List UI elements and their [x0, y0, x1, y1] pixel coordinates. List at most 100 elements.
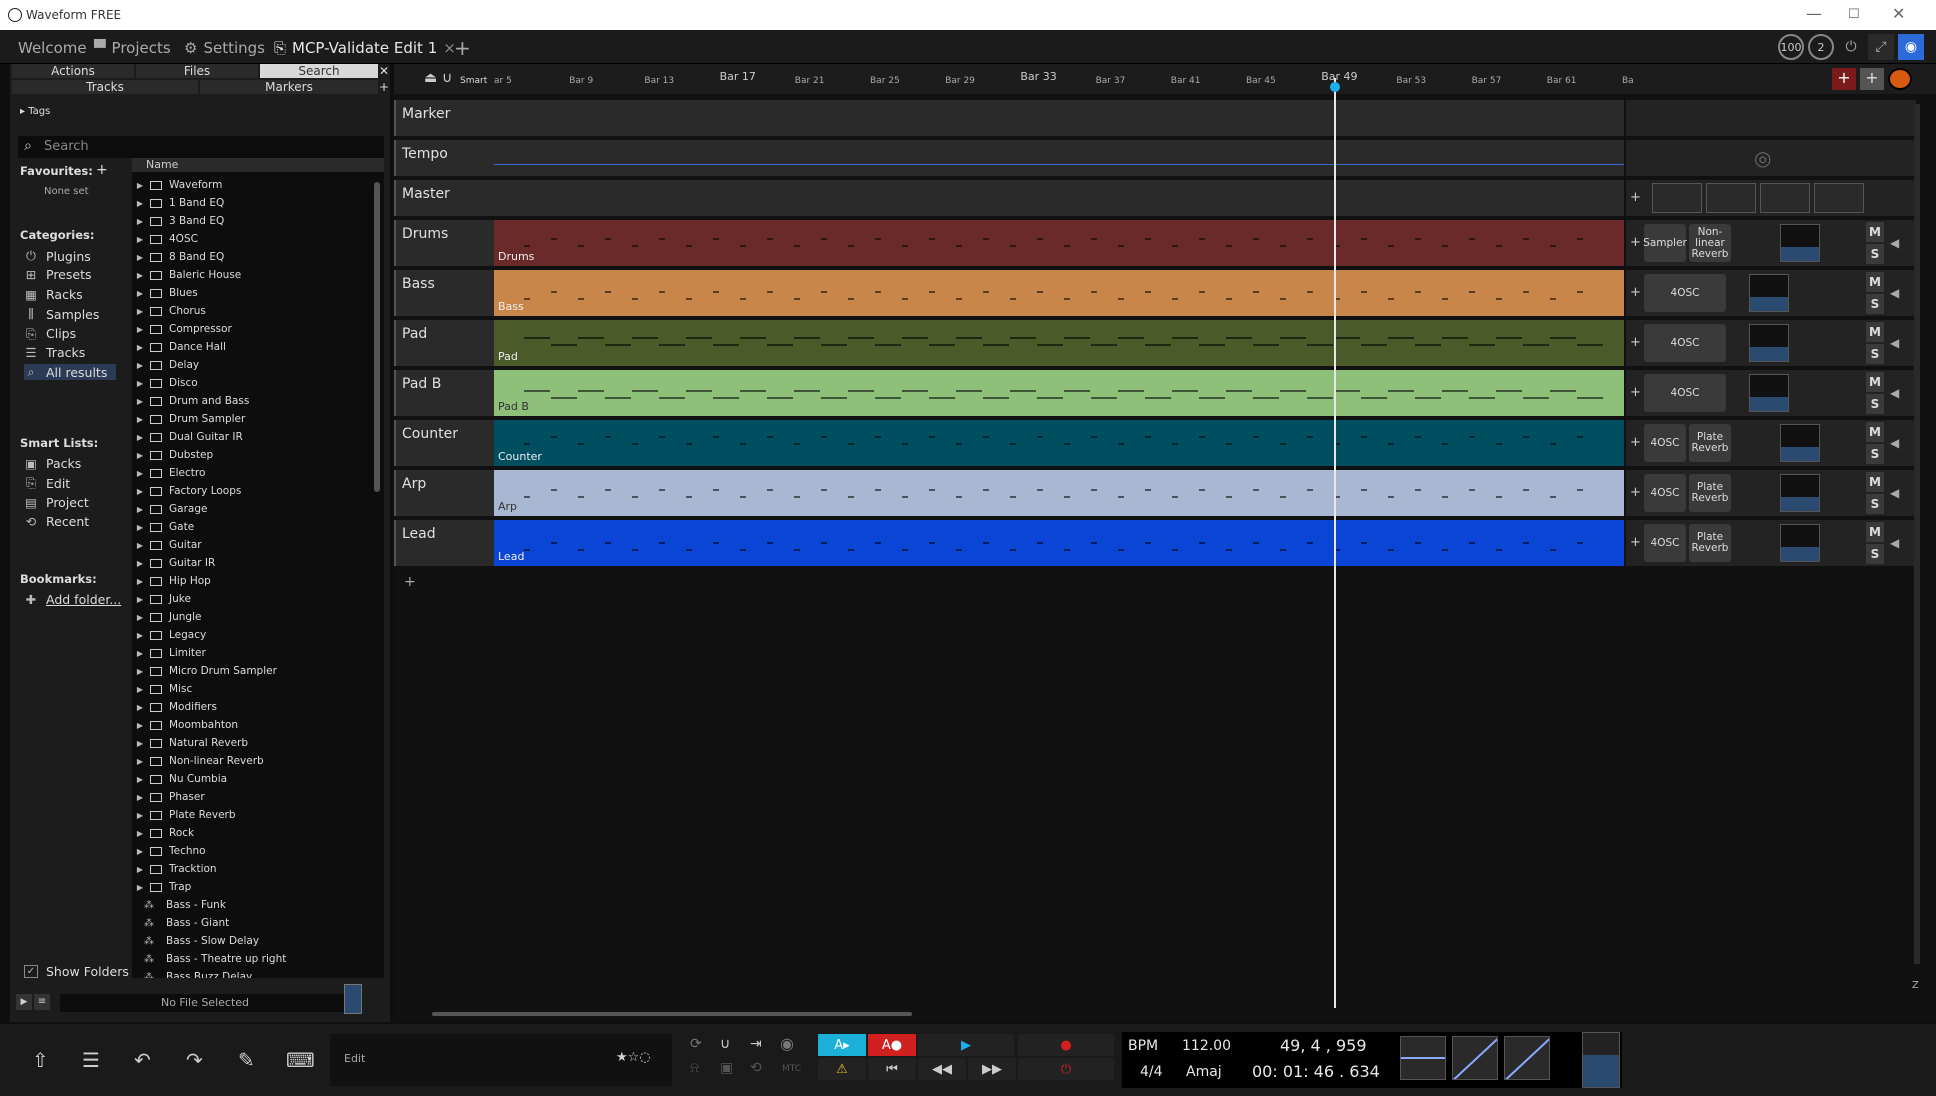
- folder-item[interactable]: ▶ Drum Sampler: [132, 410, 372, 428]
- tab-welcome[interactable]: Welcome: [18, 37, 87, 59]
- add-plugin-icon[interactable]: +: [1630, 435, 1641, 450]
- plugin-4osc[interactable]: 4OSC: [1644, 474, 1686, 512]
- folder-item[interactable]: ▶ Gate: [132, 518, 372, 536]
- track-clip[interactable]: Drums: [494, 220, 1624, 266]
- track-header[interactable]: Master: [394, 180, 494, 216]
- eye-icon[interactable]: ◉: [1898, 34, 1924, 60]
- track-header[interactable]: Pad: [394, 320, 494, 366]
- file-list[interactable]: ▶ Waveform ▶ 1 Band EQ ▶ 3 Band EQ ▶ 4OSC ▶ 8 Ban…: [132, 172, 384, 978]
- track-lead[interactable]: Lead Lead +4OSC Plate Reverb M S ◀: [394, 520, 1916, 566]
- track-header[interactable]: Bass: [394, 270, 494, 316]
- plugin-4osc[interactable]: 4OSC: [1644, 524, 1686, 562]
- add-plugin-icon[interactable]: +: [1630, 235, 1641, 250]
- fast-forward-button[interactable]: ▶▶: [968, 1058, 1016, 1080]
- auto-record-button[interactable]: A●: [868, 1034, 916, 1056]
- horizontal-scrollbar[interactable]: [432, 1012, 912, 1016]
- meter-ramp-icon[interactable]: [1452, 1036, 1498, 1080]
- redo-icon[interactable]: ↷: [186, 1048, 203, 1072]
- plugin-plate-reverb[interactable]: Plate Reverb: [1689, 424, 1731, 462]
- expand-arrow-icon[interactable]: ▶: [132, 271, 148, 280]
- maximize-button[interactable]: ☐: [1848, 7, 1860, 22]
- category-presets[interactable]: ⊞ Presets: [24, 267, 92, 282]
- meter-ramp2-icon[interactable]: [1504, 1036, 1550, 1080]
- track-counter[interactable]: Counter Counter +4OSC Plate Reverb M S ◀: [394, 420, 1916, 466]
- add-plugin-icon[interactable]: +: [1630, 535, 1641, 550]
- track-pad-b[interactable]: Pad B Pad B +4OSC M S ◀: [394, 370, 1916, 416]
- solo-button[interactable]: S: [1866, 494, 1884, 514]
- master-volume-slider[interactable]: [1582, 1032, 1620, 1088]
- add-plugin-icon[interactable]: +: [1630, 190, 1641, 205]
- file-list-scrollbar[interactable]: [374, 182, 380, 492]
- expand-arrow-icon[interactable]: ▶: [132, 757, 148, 766]
- expand-arrow-icon[interactable]: ▶: [132, 361, 148, 370]
- category-tracks[interactable]: ☰ Tracks: [24, 345, 85, 360]
- solo-button[interactable]: S: [1866, 444, 1884, 464]
- loop-icon[interactable]: ⟳: [690, 1036, 702, 1052]
- folder-item[interactable]: ▶ Tracktion: [132, 860, 372, 878]
- expand-arrow-icon[interactable]: ▶: [132, 505, 148, 514]
- rewind-button[interactable]: ◀◀: [918, 1058, 966, 1080]
- expand-arrow-icon[interactable]: ▶: [132, 415, 148, 424]
- master-plugin-slot[interactable]: [1760, 183, 1810, 213]
- speaker-icon[interactable]: ◀: [1890, 386, 1899, 400]
- mute-button[interactable]: M: [1866, 422, 1884, 442]
- file-item[interactable]: ⁂ Bass - Giant: [132, 914, 372, 932]
- tracks-tab[interactable]: Tracks: [12, 80, 198, 94]
- undo-icon[interactable]: ↶: [134, 1048, 151, 1072]
- plugin-scope[interactable]: [1780, 474, 1820, 512]
- expand-arrow-icon[interactable]: ▶: [132, 721, 148, 730]
- mute-button[interactable]: M: [1866, 322, 1884, 342]
- track-clip[interactable]: Lead: [494, 520, 1624, 566]
- folder-item[interactable]: ▶ Dubstep: [132, 446, 372, 464]
- expand-arrow-icon[interactable]: ▶: [132, 253, 148, 262]
- folder-item[interactable]: ▶ Guitar: [132, 536, 372, 554]
- track-header[interactable]: Arp: [394, 470, 494, 516]
- track-clip[interactable]: Counter: [494, 420, 1624, 466]
- menu-icon[interactable]: ☰: [82, 1048, 100, 1072]
- vertical-scrollbar[interactable]: [1914, 104, 1920, 964]
- track-clip[interactable]: Pad: [494, 320, 1624, 366]
- mute-button[interactable]: M: [1866, 222, 1884, 242]
- expand-arrow-icon[interactable]: ▶: [132, 829, 148, 838]
- record-arm-icon[interactable]: ⏻: [1018, 1058, 1114, 1080]
- folder-item[interactable]: ▶ Moombahton: [132, 716, 372, 734]
- expand-arrow-icon[interactable]: ▶: [132, 559, 148, 568]
- folder-item[interactable]: ▶ Natural Reverb: [132, 734, 372, 752]
- list-menu-icon[interactable]: ≡: [34, 994, 50, 1010]
- expand-arrow-icon[interactable]: ▶: [132, 397, 148, 406]
- folder-item[interactable]: ▶ Blues: [132, 284, 372, 302]
- tab-settings[interactable]: ⚙ Settings: [184, 37, 265, 59]
- warning-icon[interactable]: ⚠: [818, 1058, 866, 1080]
- rewind-start-button[interactable]: ⏮: [868, 1058, 916, 1080]
- folder-item[interactable]: ▶ Misc: [132, 680, 372, 698]
- track-clip[interactable]: [494, 100, 1624, 136]
- expand-arrow-icon[interactable]: ▶: [132, 685, 148, 694]
- mute-button[interactable]: M: [1866, 472, 1884, 492]
- master-plugin-slot[interactable]: [1652, 183, 1702, 213]
- track-clip[interactable]: Pad B: [494, 370, 1624, 416]
- folder-item[interactable]: ▶ Factory Loops: [132, 482, 372, 500]
- bar-position[interactable]: 49, 4 , 959: [1280, 1036, 1367, 1055]
- track-drums[interactable]: Drums Drums + Sampler Non-linear Reverb M S ◀: [394, 220, 1916, 266]
- track-pad[interactable]: Pad Pad +4OSC M S ◀: [394, 320, 1916, 366]
- lock-icon[interactable]: ▣: [720, 1060, 733, 1076]
- solo-button[interactable]: S: [1866, 244, 1884, 264]
- expand-arrow-icon[interactable]: ▶: [132, 235, 148, 244]
- folder-item[interactable]: ▶ Nu Cumbia: [132, 770, 372, 788]
- name-column-header[interactable]: Name: [132, 158, 384, 172]
- speaker-icon[interactable]: ◀: [1890, 536, 1899, 550]
- track-header[interactable]: Pad B: [394, 370, 494, 416]
- plugin-scope[interactable]: [1780, 524, 1820, 562]
- category-clips[interactable]: ⎘ Clips: [24, 326, 76, 342]
- plugin-scope[interactable]: [1749, 374, 1789, 412]
- folder-item[interactable]: ▶ Limiter: [132, 644, 372, 662]
- master-plugin-slot[interactable]: [1814, 183, 1864, 213]
- play-preview-button[interactable]: ▶: [16, 994, 32, 1010]
- rating-stars-icon[interactable]: ★☆◌: [616, 1050, 651, 1065]
- plugin-scope[interactable]: [1780, 224, 1820, 262]
- folder-item[interactable]: ▶ Trap: [132, 878, 372, 896]
- track-header[interactable]: Marker: [394, 100, 494, 136]
- file-item[interactable]: ⁂ Bass Buzz Delay: [132, 968, 372, 978]
- file-item[interactable]: ⁂ Bass - Theatre up right: [132, 950, 372, 968]
- click-icon[interactable]: ⍾: [690, 1060, 699, 1076]
